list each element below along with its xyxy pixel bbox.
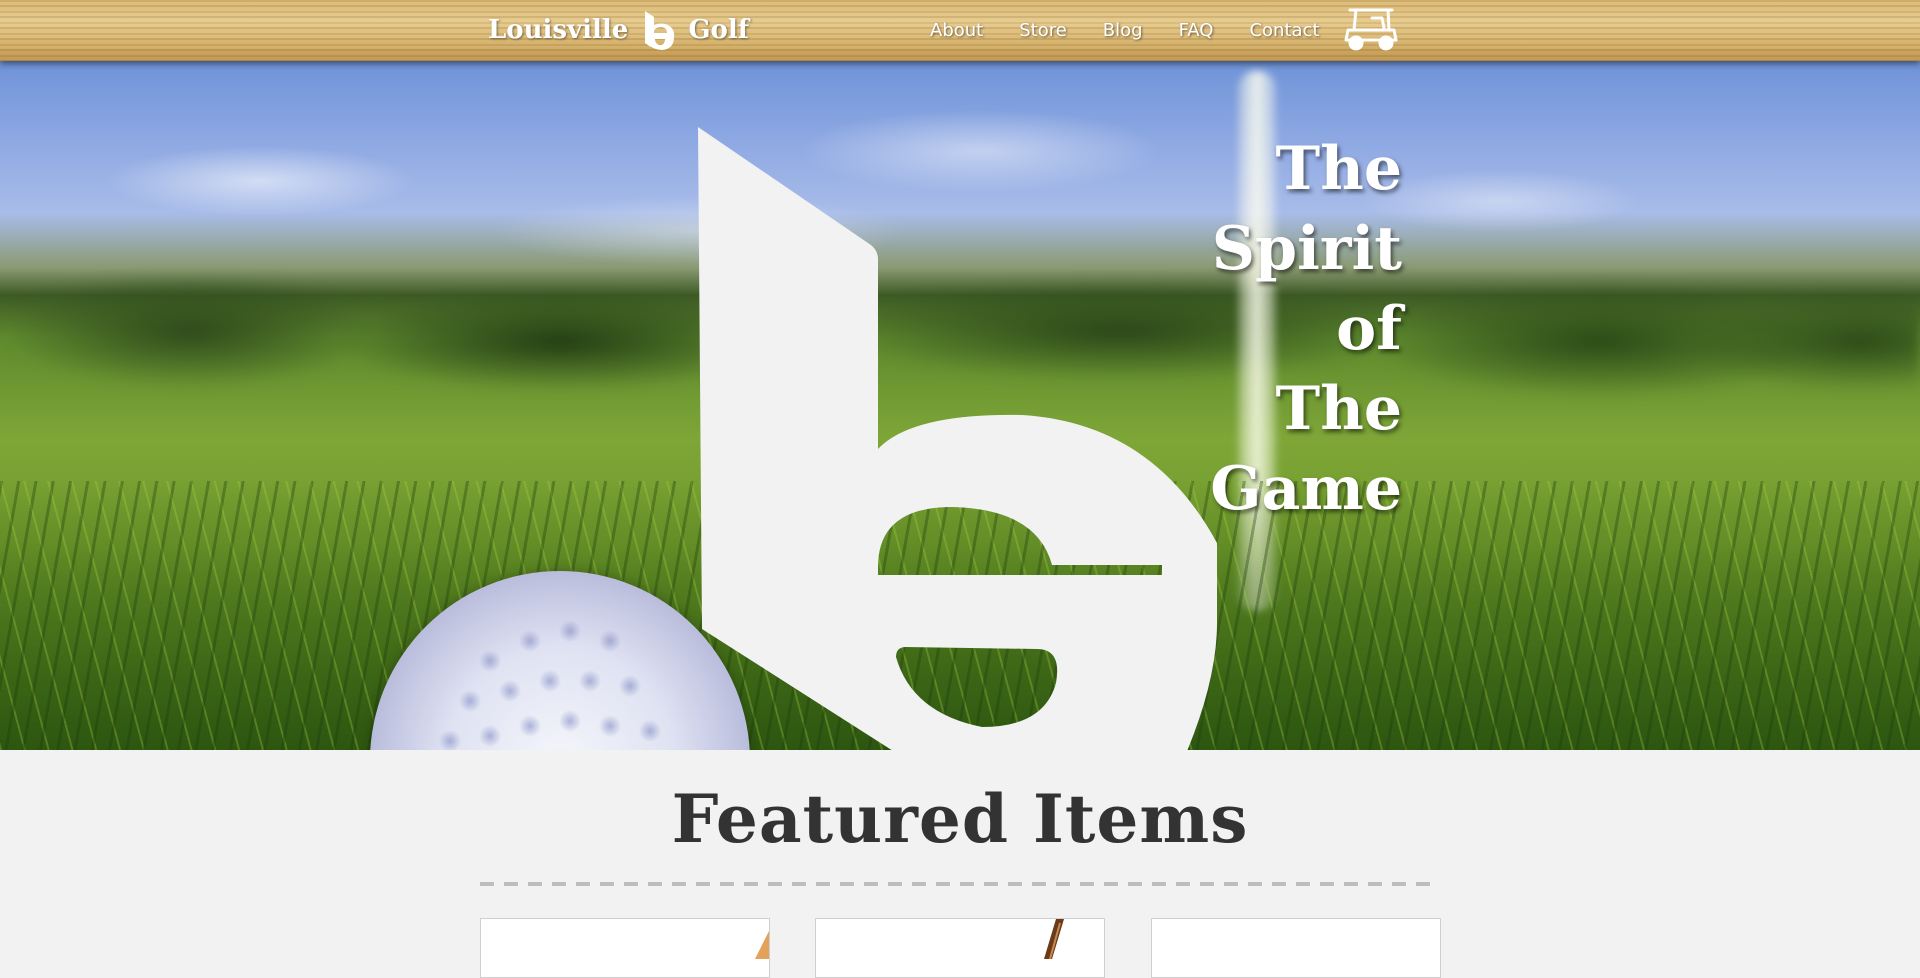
featured-card-2[interactable] xyxy=(815,918,1105,978)
nav-faq[interactable]: FAQ xyxy=(1179,20,1214,41)
section-divider xyxy=(480,882,1440,886)
featured-title: Featured Items xyxy=(671,780,1249,858)
tagline-line: The xyxy=(1275,134,1402,204)
tagline-line: Game xyxy=(1210,454,1402,524)
hero-logo-icon xyxy=(698,127,1217,750)
product-image xyxy=(1044,919,1064,959)
tagline-line: The xyxy=(1275,374,1402,444)
golf-cart-icon[interactable] xyxy=(1342,6,1400,52)
nav-store[interactable]: Store xyxy=(1019,20,1067,41)
site-logo[interactable]: Louisville Golf xyxy=(488,8,749,52)
main-nav: About Store Blog FAQ Contact xyxy=(930,14,1356,46)
product-image xyxy=(755,931,769,959)
featured-card-1[interactable] xyxy=(480,918,770,978)
hero-tagline: The Spirit of The Game xyxy=(1180,129,1402,529)
tagline-line: Spirit xyxy=(1211,214,1402,284)
nav-blog[interactable]: Blog xyxy=(1103,20,1143,41)
logo-text-left: Louisville xyxy=(488,15,629,45)
lg-logo-icon xyxy=(645,11,675,50)
site-header: Louisville Golf About Store Blog FAQ Con… xyxy=(0,0,1920,61)
tagline-line: of xyxy=(1336,294,1402,364)
hero-banner: The Spirit of The Game xyxy=(0,61,1920,750)
logo-text-right: Golf xyxy=(688,15,749,45)
featured-card-3[interactable] xyxy=(1151,918,1441,978)
nav-about[interactable]: About xyxy=(930,20,983,41)
nav-contact[interactable]: Contact xyxy=(1249,20,1319,41)
